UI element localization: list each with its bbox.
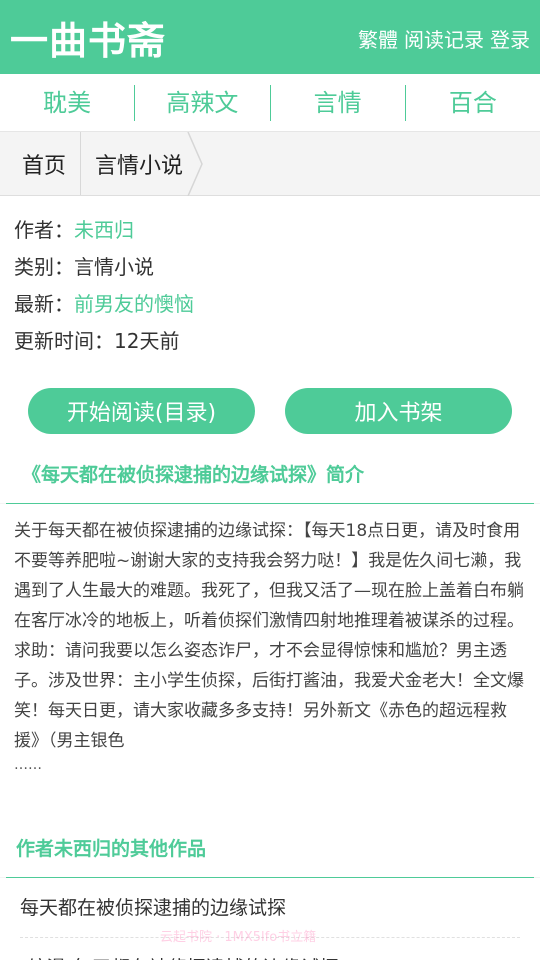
- updated-label: 更新时间：: [14, 329, 114, 353]
- latest-chapter-link[interactable]: 前男友的懊恼: [74, 292, 194, 316]
- reading-history-link[interactable]: 阅读记录: [404, 24, 484, 53]
- site-header: 一曲书斋 繁體 阅读记录 登录: [0, 0, 540, 74]
- category-tab-yanqing[interactable]: 言情: [271, 84, 406, 121]
- updated-row: 更新时间：12天前: [14, 323, 526, 360]
- category-tab-danmei[interactable]: 耽美: [0, 84, 136, 121]
- other-works-title: 作者未西归的其他作品: [0, 810, 540, 877]
- breadcrumb-chevron-icon: [187, 132, 205, 196]
- latest-label: 最新：: [14, 292, 74, 316]
- latest-row: 最新：前男友的懊恼: [14, 286, 526, 323]
- updated-value: 12天前: [114, 329, 180, 353]
- book-info: 作者：未西归 类别：言情小说 最新：前男友的懊恼 更新时间：12天前: [0, 196, 540, 370]
- intro-text: 关于每天都在被侦探逮捕的边缘试探：【每天18点日更，请及时食用不要等养肥啦~谢谢…: [14, 521, 524, 751]
- traditional-chinese-link[interactable]: 繁體: [358, 24, 398, 53]
- watermark: 云起书院 · 1MX5lfo书立籍: [160, 930, 317, 945]
- breadcrumb: 首页 言情小说: [0, 132, 540, 196]
- category-row: 类别：言情小说: [14, 249, 526, 286]
- author-row: 作者：未西归: [14, 212, 526, 249]
- breadcrumb-category[interactable]: 言情小说: [81, 132, 187, 195]
- author-link[interactable]: 未西归: [74, 218, 134, 242]
- author-label: 作者：: [14, 218, 74, 242]
- category-label: 类别：: [14, 255, 74, 279]
- action-buttons: 开始阅读(目录) 加入书架: [0, 370, 540, 448]
- other-works-list: 每天都在被侦探逮捕的边缘试探 [综漫]每天都在被侦探逮捕的边缘试探: [0, 878, 540, 960]
- category-value: 言情小说: [74, 255, 154, 279]
- intro-ellipsis[interactable]: ……: [14, 756, 528, 802]
- start-reading-button[interactable]: 开始阅读(目录): [28, 388, 255, 434]
- breadcrumb-home[interactable]: 首页: [0, 132, 80, 195]
- intro-title: 《每天都在被侦探逮捕的边缘试探》简介: [0, 448, 540, 503]
- category-tab-gaolawen[interactable]: 高辣文: [135, 84, 271, 121]
- site-logo[interactable]: 一曲书斋: [10, 10, 166, 65]
- category-tab-baihe[interactable]: 百合: [406, 85, 540, 121]
- add-to-shelf-button[interactable]: 加入书架: [285, 388, 512, 434]
- login-link[interactable]: 登录: [490, 24, 530, 53]
- category-nav: 耽美 高辣文 言情 百合: [0, 74, 540, 132]
- header-links: 繁體 阅读记录 登录: [358, 24, 530, 53]
- intro-body: 关于每天都在被侦探逮捕的边缘试探：【每天18点日更，请及时食用不要等养肥啦~谢谢…: [0, 504, 540, 810]
